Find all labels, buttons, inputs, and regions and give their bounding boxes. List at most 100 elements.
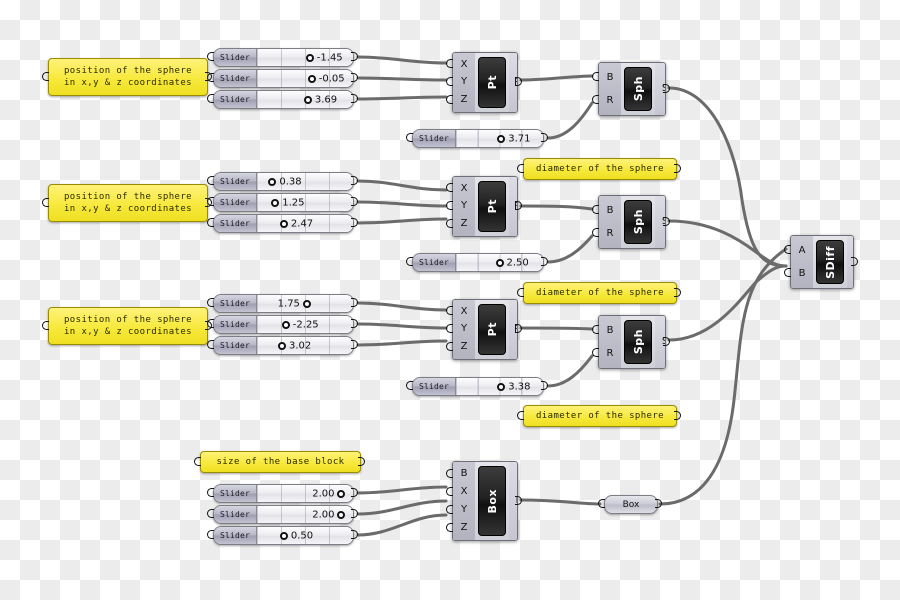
input-nub-icon[interactable] [446, 183, 453, 193]
output-nub-icon[interactable] [351, 340, 358, 349]
slider-p1-z[interactable]: Slider 3.69 [213, 90, 354, 109]
slider-p3-x[interactable]: Slider 1.75 [213, 294, 354, 313]
input-nub-icon[interactable] [784, 245, 791, 254]
slider-track[interactable]: 2.00 [257, 506, 353, 523]
output-nub-icon[interactable] [655, 499, 662, 508]
input-nub-icon[interactable] [207, 319, 214, 328]
input-nub-icon[interactable] [517, 163, 524, 173]
input-nub-icon[interactable] [784, 268, 791, 277]
output-nub-icon[interactable] [541, 257, 548, 266]
input-port-y[interactable]: Y [461, 505, 467, 515]
output-nub-icon[interactable] [351, 73, 358, 82]
output-nub-icon[interactable] [674, 163, 681, 173]
slider-track[interactable]: -0.05 [257, 70, 353, 87]
input-port-r[interactable]: R [607, 348, 614, 359]
input-nub-icon[interactable] [207, 176, 214, 185]
slider-box-x[interactable]: Slider 2.00 [213, 484, 354, 503]
slider-knob[interactable] [302, 299, 311, 308]
input-nub-icon[interactable] [207, 298, 214, 307]
note-note-pos-1[interactable]: position of the sphere in x,y & z coordi… [48, 58, 208, 96]
note-note-pos-3[interactable]: position of the sphere in x,y & z coordi… [48, 307, 208, 345]
slider-track[interactable]: 3.69 [257, 91, 353, 108]
input-port-x[interactable]: X [461, 183, 468, 194]
input-port-x[interactable]: X [461, 59, 468, 70]
output-nub-icon[interactable] [515, 324, 522, 333]
output-nub-icon[interactable] [515, 495, 522, 505]
node-pt-2[interactable]: XYZPtPt [452, 176, 518, 237]
input-nub-icon[interactable] [207, 488, 214, 497]
input-port-y[interactable]: Y [461, 324, 467, 334]
input-port-b[interactable]: B [607, 325, 614, 336]
input-nub-icon[interactable] [406, 133, 413, 142]
slider-knob[interactable] [268, 177, 277, 186]
slider-knob[interactable] [495, 258, 504, 267]
input-nub-icon[interactable] [592, 228, 599, 237]
node-sdiff[interactable]: AB SDiff B [790, 235, 854, 289]
input-port-b[interactable]: B [461, 469, 468, 479]
slider-track[interactable]: 2.50 [456, 254, 543, 271]
input-port-r[interactable]: R [607, 228, 614, 239]
input-nub-icon[interactable] [446, 486, 453, 496]
grasshopper-canvas[interactable]: position of the sphere in x,y & z coordi… [0, 0, 900, 600]
slider-track[interactable]: 2.00 [257, 485, 353, 502]
slider-knob[interactable] [277, 341, 286, 350]
output-nub-icon[interactable] [541, 381, 548, 390]
node-sph-1[interactable]: BRSphS [598, 62, 666, 116]
slider-knob[interactable] [279, 219, 288, 228]
input-nub-icon[interactable] [446, 522, 453, 532]
slider-p3-z[interactable]: Slider 3.02 [213, 336, 354, 355]
output-nub-icon[interactable] [351, 530, 358, 539]
input-nub-icon[interactable] [207, 530, 214, 539]
slider-track[interactable]: 3.02 [257, 337, 353, 354]
input-nub-icon[interactable] [42, 71, 49, 81]
input-nub-icon[interactable] [446, 94, 453, 104]
output-nub-icon[interactable] [663, 83, 670, 93]
input-port-z[interactable]: Z [461, 95, 468, 105]
output-nub-icon[interactable] [351, 298, 358, 307]
input-nub-icon[interactable] [446, 306, 453, 316]
input-port-b[interactable]: B [799, 268, 806, 279]
slider-p3-y[interactable]: Slider -2.25 [213, 315, 354, 334]
slider-knob[interactable] [281, 320, 290, 329]
slider-knob[interactable] [271, 198, 280, 207]
input-nub-icon[interactable] [592, 348, 599, 357]
input-port-z[interactable]: Z [461, 342, 468, 352]
slider-track[interactable]: 2.47 [257, 215, 353, 232]
input-port-y[interactable]: Y [461, 201, 467, 211]
param-box[interactable]: Box [604, 495, 658, 514]
node-pt-3[interactable]: XYZPtPt [452, 299, 518, 360]
input-port-y[interactable]: Y [461, 77, 467, 87]
note-note-diam-3[interactable]: diameter of the sphere [523, 405, 677, 427]
slider-p2-z[interactable]: Slider 2.47 [213, 214, 354, 233]
input-nub-icon[interactable] [592, 205, 599, 214]
output-nub-icon[interactable] [663, 216, 670, 226]
output-nub-icon[interactable] [351, 52, 358, 61]
slider-knob[interactable] [279, 531, 288, 540]
slider-p1-y[interactable]: Slider -0.05 [213, 69, 354, 88]
input-nub-icon[interactable] [446, 468, 453, 478]
output-nub-icon[interactable] [351, 509, 358, 518]
slider-p1-x[interactable]: Slider -1.45 [213, 48, 354, 67]
input-nub-icon[interactable] [194, 456, 201, 466]
node-box[interactable]: BXYZ Box B [452, 461, 518, 541]
slider-track[interactable]: 3.38 [456, 378, 543, 395]
slider-track[interactable]: 1.75 [257, 295, 353, 312]
input-port-r[interactable]: R [607, 95, 614, 106]
input-nub-icon[interactable] [592, 95, 599, 104]
slider-knob[interactable] [497, 382, 506, 391]
input-nub-icon[interactable] [406, 257, 413, 266]
slider-track[interactable]: 3.71 [456, 130, 543, 147]
node-pt-1[interactable]: XYZPtPt [452, 52, 518, 113]
slider-r1[interactable]: Slider 3.71 [412, 129, 544, 148]
slider-knob[interactable] [337, 489, 346, 498]
output-nub-icon[interactable] [674, 287, 681, 297]
input-nub-icon[interactable] [446, 59, 453, 69]
output-nub-icon[interactable] [351, 319, 358, 328]
node-sph-2[interactable]: BRSphS [598, 195, 666, 249]
input-nub-icon[interactable] [207, 52, 214, 61]
input-nub-icon[interactable] [42, 197, 49, 207]
input-nub-icon[interactable] [446, 218, 453, 228]
slider-box-z[interactable]: Slider 0.50 [213, 526, 354, 545]
input-nub-icon[interactable] [517, 410, 524, 420]
input-nub-icon[interactable] [207, 94, 214, 103]
